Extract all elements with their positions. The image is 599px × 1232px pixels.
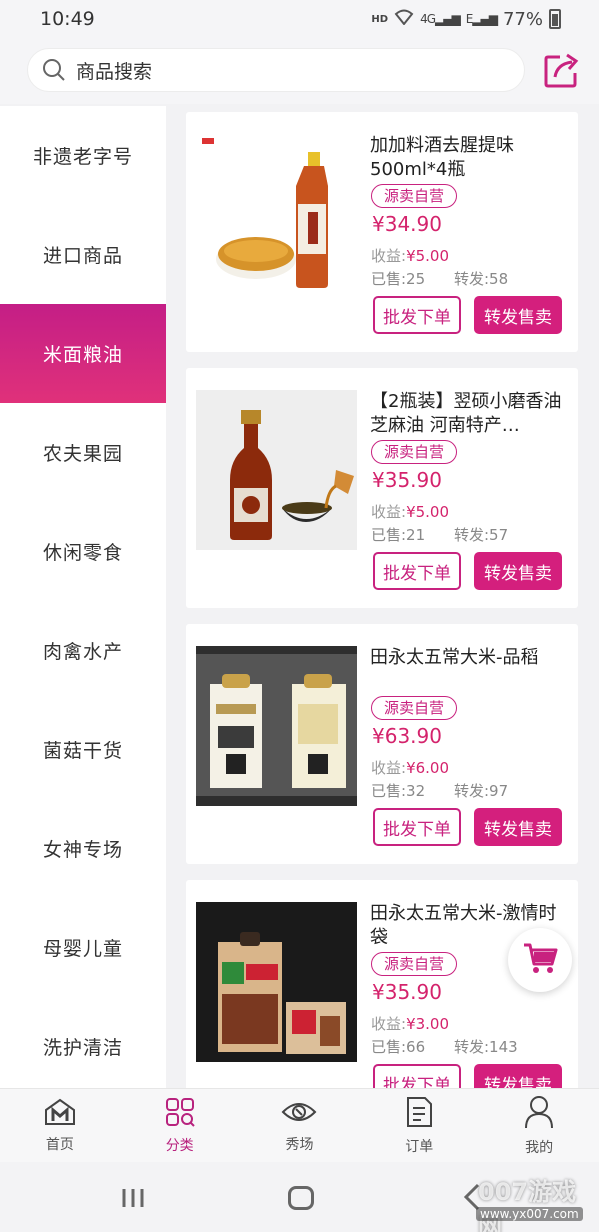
- self-operated-badge: 源卖自营: [371, 952, 458, 976]
- tab-label: 首页: [45, 1136, 74, 1153]
- product-price: ¥34.90: [372, 212, 442, 236]
- sidebar-item-farm-fruit[interactable]: 农夫果园: [0, 403, 166, 502]
- status-indicators: HD 4G▂▄▆ E▂▄▆ 77%: [371, 9, 561, 30]
- product-card[interactable]: 【2瓶装】翌硕小磨香油 芝麻油 河南特产… 源卖自营 ¥35.90 收益:¥5.…: [186, 368, 578, 608]
- sidebar-item-dried-mushroom[interactable]: 菌菇干货: [0, 700, 166, 799]
- product-price: ¥63.90: [372, 724, 442, 748]
- tab-label: 订单: [405, 1138, 434, 1155]
- tab-profile[interactable]: 我的: [479, 1089, 599, 1162]
- home-button-icon[interactable]: [288, 1186, 314, 1210]
- cart-icon: [522, 942, 558, 978]
- search-input[interactable]: 商品搜索: [27, 48, 525, 92]
- sidebar-item-snacks[interactable]: 休闲零食: [0, 502, 166, 601]
- wholesale-order-button[interactable]: 批发下单: [373, 552, 461, 590]
- wholesale-order-button[interactable]: 批发下单: [373, 808, 461, 846]
- product-image-cooking-wine[interactable]: [196, 134, 357, 294]
- forward-sell-button[interactable]: 转发售卖: [474, 552, 562, 590]
- sidebar-item-label: 非遗老字号: [32, 146, 133, 168]
- forward-count: 转发:58: [454, 270, 509, 288]
- sidebar-item-grain-oil[interactable]: 米面粮油: [0, 304, 166, 403]
- earnings: 收益:¥6.00: [371, 759, 450, 777]
- self-operated-badge: 源卖自营: [371, 184, 458, 208]
- tab-category[interactable]: 分类: [120, 1089, 240, 1162]
- product-name[interactable]: 【2瓶装】翌硕小磨香油 芝麻油 河南特产…: [370, 390, 570, 440]
- product-price: ¥35.90: [372, 468, 442, 492]
- search-bar-row: 商品搜索: [0, 38, 599, 104]
- tab-label: 我的: [525, 1139, 554, 1156]
- sidebar-item-label: 农夫果园: [42, 443, 123, 465]
- sidebar-item-cleaning[interactable]: 洗护清洁: [0, 997, 166, 1088]
- product-card[interactable]: 田永太五常大米-品稻 源卖自营 ¥63.90 收益:¥6.00 已售:32 转发…: [186, 624, 578, 864]
- forward-count: 转发:143: [454, 1038, 518, 1056]
- earnings: 收益:¥3.00: [371, 1015, 450, 1033]
- sidebar-item-label: 菌菇干货: [42, 740, 123, 762]
- forward-sell-button[interactable]: 转发售卖: [474, 808, 562, 846]
- sidebar-item-mother-baby[interactable]: 母婴儿童: [0, 898, 166, 997]
- eye-icon: [281, 1098, 317, 1130]
- sidebar-item-meat-seafood[interactable]: 肉禽水产: [0, 601, 166, 700]
- status-time: 10:49: [40, 8, 95, 30]
- sidebar-item-label: 女神专场: [42, 839, 123, 861]
- sold-count: 已售:32: [371, 782, 426, 800]
- sold-count: 已售:25: [371, 270, 426, 288]
- tab-label: 秀场: [285, 1136, 314, 1153]
- sidebar-item-label: 进口商品: [42, 245, 123, 267]
- tab-showcase[interactable]: 秀场: [240, 1089, 360, 1162]
- tab-home[interactable]: 首页: [0, 1089, 120, 1162]
- product-card[interactable]: 加加料酒去腥提味500ml*4瓶 源卖自营 ¥34.90 收益:¥5.00 已售…: [186, 112, 578, 352]
- wholesale-order-button[interactable]: 批发下单: [373, 296, 461, 334]
- sidebar-item-heritage[interactable]: 非遗老字号: [0, 106, 166, 205]
- sold-count: 已售:21: [371, 526, 426, 544]
- category-sidebar: 非遗老字号 进口商品 米面粮油 农夫果园 休闲零食 肉禽水产 菌菇干货 女神专场…: [0, 106, 166, 1088]
- forward-count: 转发:57: [454, 526, 509, 544]
- bottom-tab-bar: 首页 分类 秀场 订单 我的: [0, 1088, 599, 1162]
- signal-e-icon: E▂▄▆: [465, 12, 498, 26]
- sidebar-item-label: 母婴儿童: [42, 938, 123, 960]
- product-name[interactable]: 加加料酒去腥提味500ml*4瓶: [370, 134, 570, 184]
- recent-apps-icon[interactable]: [121, 1188, 145, 1212]
- category-icon: [165, 1097, 195, 1131]
- signal-4g-icon: 4G▂▄▆: [420, 12, 461, 26]
- profile-icon: [524, 1095, 554, 1133]
- sidebar-item-label: 休闲零食: [42, 542, 123, 564]
- search-icon: [42, 58, 66, 82]
- watermark-logo: 007游戏网: [478, 1178, 577, 1232]
- sold-count: 已售:66: [371, 1038, 426, 1056]
- battery-percent: 77%: [502, 8, 543, 30]
- product-name[interactable]: 田永太五常大米-品稻: [370, 646, 570, 696]
- share-icon[interactable]: [542, 50, 582, 90]
- product-image-sesame-oil[interactable]: [196, 390, 357, 550]
- product-image-rice-passion[interactable]: [196, 902, 357, 1062]
- sidebar-item-label: 米面粮油: [42, 344, 123, 366]
- search-placeholder: 商品搜索: [76, 60, 153, 83]
- forward-count: 转发:97: [454, 782, 509, 800]
- tab-orders[interactable]: 订单: [359, 1089, 479, 1162]
- sidebar-item-label: 洗护清洁: [42, 1037, 123, 1059]
- sidebar-item-label: 肉禽水产: [42, 641, 123, 663]
- order-icon: [405, 1096, 433, 1132]
- self-operated-badge: 源卖自营: [371, 696, 458, 720]
- earnings: 收益:¥5.00: [371, 503, 450, 521]
- earnings: 收益:¥5.00: [371, 247, 450, 265]
- watermark-url: www.yx007.com: [476, 1207, 583, 1221]
- battery-icon: [549, 9, 561, 29]
- status-bar: 10:49 HD 4G▂▄▆ E▂▄▆ 77%: [0, 0, 599, 38]
- product-image-rice-pindao[interactable]: [196, 646, 357, 806]
- sidebar-item-goddess[interactable]: 女神专场: [0, 799, 166, 898]
- sidebar-item-imported[interactable]: 进口商品: [0, 205, 166, 304]
- home-m-icon: [44, 1098, 76, 1130]
- product-price: ¥35.90: [372, 980, 442, 1004]
- forward-sell-button[interactable]: 转发售卖: [474, 296, 562, 334]
- hd-indicator: HD: [371, 13, 389, 25]
- cart-button[interactable]: [508, 928, 572, 992]
- tab-label: 分类: [165, 1137, 194, 1154]
- wifi-icon: [394, 9, 414, 30]
- self-operated-badge: 源卖自营: [371, 440, 458, 464]
- wholesale-order-button[interactable]: 批发下单: [373, 1064, 461, 1088]
- forward-sell-button[interactable]: 转发售卖: [474, 1064, 562, 1088]
